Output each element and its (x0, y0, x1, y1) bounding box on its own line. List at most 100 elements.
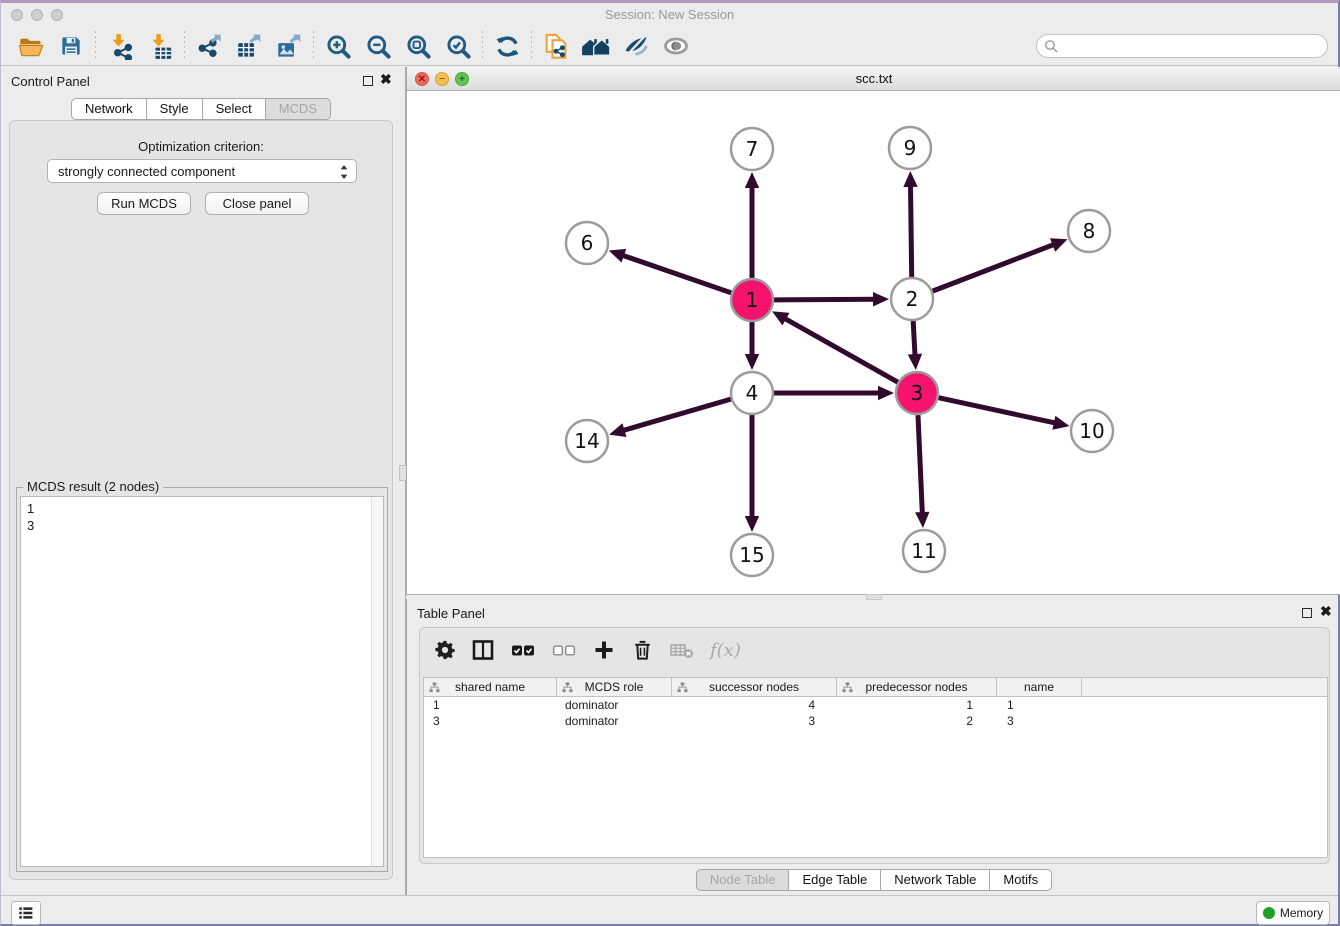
graph-edge-arrowhead (745, 172, 759, 188)
column-header-name[interactable]: name (997, 678, 1082, 696)
graph-edge-arrowhead (745, 354, 759, 370)
zoom-out-button[interactable] (358, 30, 398, 62)
tab-edge-table[interactable]: Edge Table (788, 869, 881, 891)
graph-edge-arrowhead (609, 423, 626, 437)
import-table-icon (147, 33, 174, 60)
export-network-icon (196, 33, 223, 60)
table-panel-title: Table Panel (417, 606, 485, 621)
table-row[interactable]: 3dominator323 (424, 713, 1327, 729)
control-panel: Control Panel ✖ Network Style Select MCD… (1, 67, 401, 895)
birdseye-view-button[interactable] (656, 30, 696, 62)
select-all-checkboxes-icon[interactable] (510, 638, 536, 662)
mcds-result-list[interactable]: 1 3 (20, 496, 384, 867)
graph-edge-2-9[interactable] (910, 184, 911, 277)
zoom-fit-icon (405, 33, 432, 60)
graph-node-label: 14 (574, 429, 599, 453)
deselect-all-checkboxes-icon[interactable] (551, 638, 577, 662)
close-panel-button[interactable]: Close panel (205, 192, 309, 215)
column-label: successor nodes (709, 680, 799, 694)
column-label: predecessor nodes (865, 680, 967, 694)
graph-edge-3-1[interactable] (783, 318, 897, 383)
tab-network[interactable]: Network (71, 98, 147, 120)
network-graph[interactable]: 7968124314101511 (407, 91, 1340, 594)
graph-node-label: 6 (581, 231, 594, 255)
function-builder-icon: f(x) (710, 640, 741, 661)
hide-graphics-details-button[interactable] (616, 30, 656, 62)
graph-edge-arrowhead (609, 249, 626, 263)
save-session-button[interactable] (51, 30, 91, 62)
mcds-result-item[interactable]: 3 (21, 517, 383, 534)
optimization-criterion-select[interactable]: strongly connected component (47, 159, 357, 183)
export-table-button[interactable] (229, 30, 269, 62)
zoom-selected-button[interactable] (438, 30, 478, 62)
mcds-result-item[interactable]: 1 (21, 497, 383, 517)
run-mcds-button[interactable]: Run MCDS (97, 192, 191, 215)
graph-edge-1-6[interactable] (621, 255, 731, 293)
import-table-button[interactable] (140, 30, 180, 62)
column-header-predecessor-nodes[interactable]: predecessor nodes (837, 678, 997, 696)
export-network-button[interactable] (189, 30, 229, 62)
graph-node-label: 10 (1079, 419, 1104, 443)
table-cell: 1 (997, 697, 1082, 713)
table-cell: 3 (672, 713, 837, 729)
export-image-button[interactable] (269, 30, 309, 62)
table-panel: Table Panel ✖ (406, 599, 1340, 895)
graph-edge-4-14[interactable] (622, 399, 731, 431)
tab-style[interactable]: Style (146, 98, 203, 120)
save-floppy-icon (58, 33, 84, 59)
float-panel-icon[interactable] (1302, 608, 1312, 618)
tab-select[interactable]: Select (202, 98, 266, 120)
hierarchy-icon (677, 682, 688, 693)
graph-edge-1-2[interactable] (774, 299, 876, 300)
table-options-gear-icon[interactable] (434, 639, 456, 661)
search-input[interactable] (1036, 34, 1328, 58)
float-panel-icon[interactable] (363, 76, 373, 86)
graph-node-label: 4 (746, 381, 759, 405)
zoom-out-icon (365, 33, 392, 60)
show-columns-icon[interactable] (471, 638, 495, 662)
graph-edge-3-11[interactable] (918, 415, 922, 515)
graph-edge-2-3[interactable] (913, 321, 915, 357)
graph-edge-3-10[interactable] (938, 398, 1056, 424)
graph-edge-arrowhead (878, 386, 894, 400)
close-panel-icon[interactable]: ✖ (1320, 603, 1332, 620)
column-header-mcds-role[interactable]: MCDS role (557, 678, 672, 696)
clone-network-icon (542, 32, 570, 60)
toolbar-separator (184, 31, 185, 61)
open-session-button[interactable] (11, 30, 51, 62)
optimization-criterion-value: strongly connected component (58, 164, 235, 179)
tab-motifs[interactable]: Motifs (989, 869, 1052, 891)
zoom-fit-button[interactable] (398, 30, 438, 62)
table-cell: 3 (997, 713, 1082, 729)
tab-mcds[interactable]: MCDS (265, 98, 331, 120)
import-network-button[interactable] (100, 30, 140, 62)
tab-network-table[interactable]: Network Table (880, 869, 990, 891)
main-toolbar (1, 27, 1338, 66)
column-header-shared-name[interactable]: shared name (424, 678, 557, 696)
table-cell: 4 (672, 697, 837, 713)
zoom-in-button[interactable] (318, 30, 358, 62)
task-history-button[interactable] (11, 901, 41, 925)
optimization-criterion-label: Optimization criterion: (10, 139, 392, 154)
tab-node-table[interactable]: Node Table (696, 869, 790, 891)
refresh-layout-button[interactable] (487, 30, 527, 62)
graph-edge-2-8[interactable] (933, 244, 1056, 291)
network-view-window: ✕ − + scc.txt 7968124314101511 (406, 67, 1340, 595)
mcds-result-title: MCDS result (2 nodes) (23, 479, 163, 494)
delete-column-trash-icon[interactable] (631, 638, 654, 662)
home-button[interactable] (576, 30, 616, 62)
node-table: shared name MCDS role successor nodes pr… (423, 677, 1328, 858)
column-header-successor-nodes[interactable]: successor nodes (672, 678, 837, 696)
graph-edge-arrowhead (1050, 238, 1068, 251)
graph-node-label: 2 (906, 287, 919, 311)
network-window-title: scc.txt (407, 71, 1340, 86)
memory-button[interactable]: Memory (1256, 901, 1330, 925)
graph-edge-arrowhead (745, 516, 759, 532)
mcds-result-scrollbar[interactable] (371, 497, 383, 866)
clone-network-button[interactable] (536, 30, 576, 62)
close-panel-icon[interactable]: ✖ (380, 71, 392, 88)
add-column-icon[interactable] (592, 638, 616, 662)
table-row[interactable]: 1dominator411 (424, 697, 1327, 713)
graph-edge-arrowhead (915, 512, 929, 528)
search-icon (1044, 39, 1058, 53)
